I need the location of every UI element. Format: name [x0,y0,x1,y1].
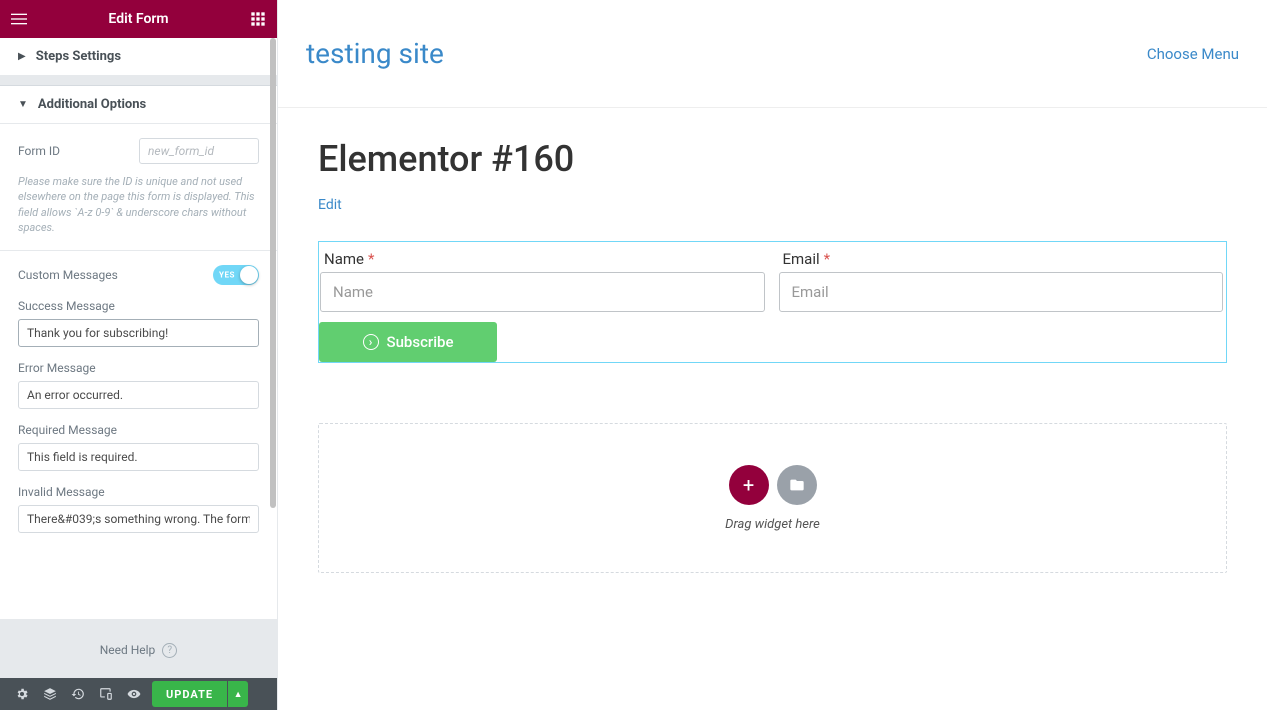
editor-sidebar: Edit Form ▶ Steps Settings ▼ Additional … [0,0,278,710]
plus-icon: + [743,473,754,497]
update-options-button[interactable]: ▲ [228,681,248,707]
sidebar-scrollbar[interactable] [270,38,277,560]
arrow-circle-right-icon [363,334,379,350]
scrollbar-thumb[interactable] [270,38,276,508]
custom-messages-row: Custom Messages YES [18,265,259,285]
sidebar-header: Edit Form [0,0,277,38]
help-icon: ? [162,643,177,658]
error-message-input[interactable] [18,381,259,409]
section-additional-body: Form ID Please make sure the ID is uniqu… [0,124,277,619]
required-message-input[interactable] [18,443,259,471]
form-id-label: Form ID [18,144,139,158]
section-steps-label: Steps Settings [36,49,121,64]
email-col: Email* [778,250,1227,312]
required-asterisk-icon: * [824,250,830,268]
custom-messages-toggle[interactable]: YES [213,265,259,285]
settings-icon[interactable] [8,680,36,708]
subscribe-button-label: Subscribe [387,333,454,351]
edit-link[interactable]: Edit [318,197,342,213]
required-message-block: Required Message [18,423,259,471]
caret-down-icon: ▼ [18,99,28,110]
invalid-message-input[interactable] [18,505,259,533]
menu-icon[interactable] [10,10,28,28]
success-message-input[interactable] [18,319,259,347]
toggle-knob [240,266,258,284]
separator [0,250,277,251]
form-id-row: Form ID [18,138,259,164]
sidebar-help-area: Need Help ? [0,619,277,678]
responsive-icon[interactable] [92,680,120,708]
add-template-button[interactable] [777,465,817,505]
error-message-label: Error Message [18,361,259,375]
site-header: testing site Choose Menu [278,0,1267,108]
apps-icon[interactable] [249,10,267,28]
history-icon[interactable] [64,680,92,708]
email-label-text: Email [783,250,820,268]
custom-messages-label: Custom Messages [18,268,213,282]
sidebar-bottombar: UPDATE ▲ [0,678,277,710]
success-message-block: Success Message [18,299,259,347]
navigator-icon[interactable] [36,680,64,708]
choose-menu-link[interactable]: Choose Menu [1147,45,1239,63]
required-asterisk-icon: * [368,250,374,268]
email-field-input[interactable] [779,272,1224,312]
preview-icon[interactable] [120,680,148,708]
email-field-label: Email* [779,250,1226,268]
error-message-block: Error Message [18,361,259,409]
form-id-input[interactable] [139,138,259,164]
section-additional-options[interactable]: ▼ Additional Options [0,86,277,124]
site-title[interactable]: testing site [306,37,444,70]
need-help-label: Need Help [100,643,156,657]
form-id-help: Please make sure the ID is unique and no… [18,174,259,236]
invalid-message-label: Invalid Message [18,485,259,499]
update-button[interactable]: UPDATE [152,681,227,707]
form-widget[interactable]: Name* Email* Subscribe [318,241,1227,363]
name-field-input[interactable] [320,272,765,312]
drop-zone-buttons: + [729,465,817,505]
section-gap [0,76,277,86]
invalid-message-block: Invalid Message [18,485,259,533]
drop-zone-label: Drag widget here [725,517,820,532]
required-message-label: Required Message [18,423,259,437]
folder-icon [789,477,805,493]
need-help-link[interactable]: Need Help ? [100,643,178,657]
caret-right-icon: ▶ [18,51,26,62]
subscribe-button[interactable]: Subscribe [319,322,497,362]
section-steps-settings[interactable]: ▶ Steps Settings [0,38,277,76]
preview-area: testing site Choose Menu Elementor #160 … [278,0,1267,710]
drop-zone[interactable]: + Drag widget here [318,423,1227,573]
name-label-text: Name [324,250,364,268]
name-col: Name* [319,250,768,312]
page-content: Elementor #160 Edit Name* Email* [278,108,1267,603]
section-additional-label: Additional Options [38,97,146,112]
name-field-label: Name* [320,250,767,268]
sidebar-title: Edit Form [108,11,168,27]
form-fields-row: Name* Email* [319,242,1226,312]
page-title: Elementor #160 [318,138,1227,180]
toggle-yes-label: YES [219,270,235,279]
success-message-label: Success Message [18,299,259,313]
add-section-button[interactable]: + [729,465,769,505]
